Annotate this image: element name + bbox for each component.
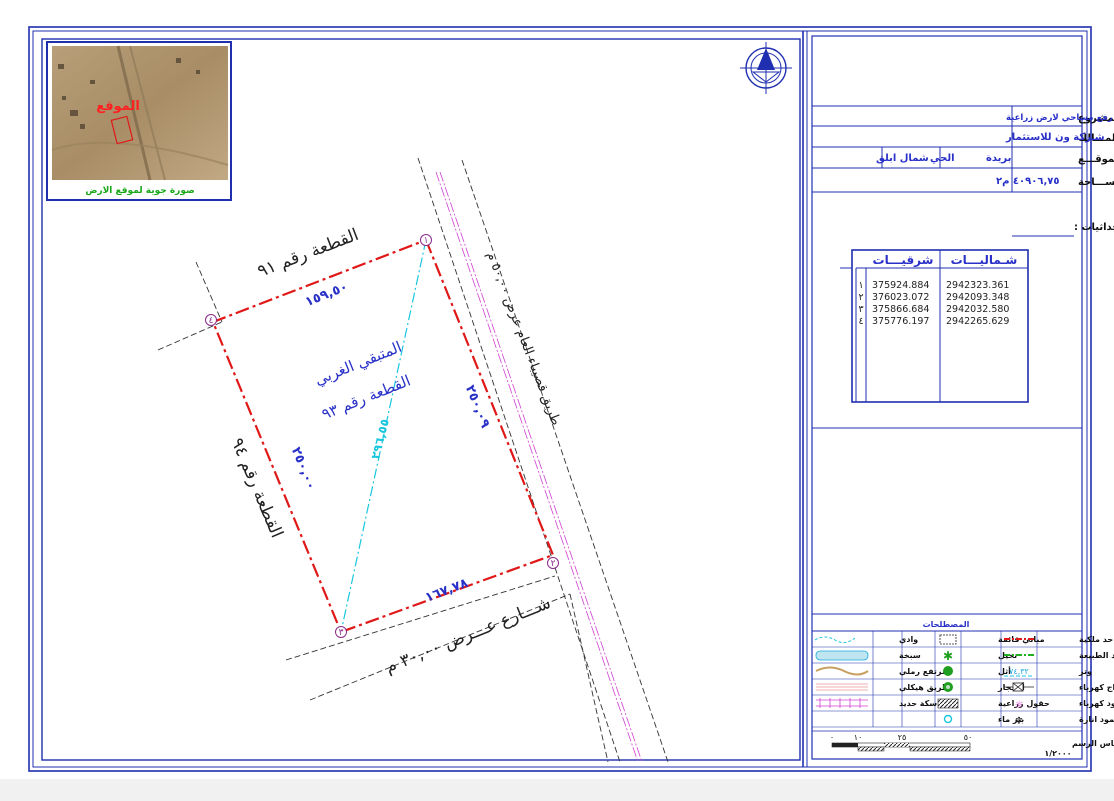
north-value: 2942032.580	[946, 304, 1009, 315]
power-pole-icon: ☼	[1015, 700, 1024, 711]
legend-label: حقول زراعية	[998, 699, 1050, 708]
row-number: ٣	[858, 304, 863, 315]
chord-symbol: ٧٤,٣٢	[1009, 667, 1029, 676]
north-value: 2942323.361	[946, 280, 1009, 291]
sabkha-symbol	[815, 650, 869, 661]
legend-label: حد الطبيعة	[1079, 651, 1114, 660]
legend-label: طريق هيكلي	[899, 683, 949, 692]
scale-ratio: ١/٢٠٠٠	[1044, 749, 1071, 758]
legend-label: سبخة	[899, 651, 921, 660]
legend-label: مرتفع رملي	[899, 667, 947, 676]
location-label: الموقـــع	[1078, 154, 1114, 165]
farm-field-symbol	[937, 698, 959, 709]
light-pole-icon: ♆	[1015, 716, 1024, 727]
area-value: ٤٠٩٠٦,٧٥ م٢	[996, 176, 1059, 187]
north-value: 2942265.629	[946, 316, 1009, 327]
scale-label: مقياس الرسم	[1072, 739, 1114, 749]
north-value: 2942093.348	[946, 292, 1009, 303]
area-label: المســـاحة	[1078, 177, 1114, 188]
legend-label: حد ملكية	[1079, 635, 1113, 644]
aerial-inset: الموقع صورة جوية لموقع الارض	[46, 41, 232, 201]
legend-label: عمود انارة	[1079, 715, 1114, 724]
legend-label: عمود كهرباء	[1079, 699, 1114, 708]
row-number: ١	[858, 280, 863, 291]
inset-caption: صورة جوية لموقع الارض	[85, 186, 194, 196]
athl-icon	[943, 666, 953, 676]
east-value: 375866.684	[872, 304, 929, 315]
legend-title: المصطلحات	[923, 620, 970, 629]
legend-label: وتر	[1078, 667, 1092, 676]
east-col-header: شرقيـــات	[873, 253, 934, 267]
coords-table: شـماليـــات شرقيـــات ١ 375924.884 29423…	[840, 249, 1029, 403]
row-number: ٢	[858, 292, 863, 303]
north-col-header: شـماليـــات	[951, 253, 1018, 267]
project-value: رفع مساحي لارض زراعية	[1006, 113, 1113, 123]
east-value: 375924.884	[872, 280, 929, 291]
east-value: 376023.072	[872, 292, 929, 303]
corner-label: ٢	[551, 559, 556, 569]
legend-label: ابراج كهرباء	[1079, 683, 1114, 692]
corner-label: ٣	[339, 628, 344, 638]
scale-tick: ٢٥	[898, 733, 907, 742]
district-label: الحي	[930, 153, 955, 164]
corner-label: ٤	[209, 316, 214, 326]
legend-label: وادي	[899, 635, 918, 644]
survey-sheet: الموقع صورة جوية لموقع الارض ١ ٢ ٣ ٤ الق…	[0, 0, 1114, 801]
palm-icon: ✱	[943, 649, 953, 663]
scale-tick: ١٠	[854, 733, 863, 742]
aerial-photo	[52, 46, 228, 180]
corner-label: ١	[424, 236, 429, 246]
district-value: شمال ابلق	[876, 153, 929, 164]
coords-label: الاحداثيات :	[1074, 222, 1114, 233]
scale-tick: ٠	[830, 733, 834, 742]
inset-site-label: الموقع	[96, 99, 140, 114]
location-city: بريدة	[986, 153, 1011, 164]
east-value: 375776.197	[872, 316, 929, 327]
legend-label: سكة حديد	[899, 699, 937, 708]
owner-value: شـركة ون للاستثمار	[1005, 132, 1105, 143]
scale-tick: ٥٠	[964, 733, 973, 742]
row-number: ٤	[858, 316, 863, 327]
